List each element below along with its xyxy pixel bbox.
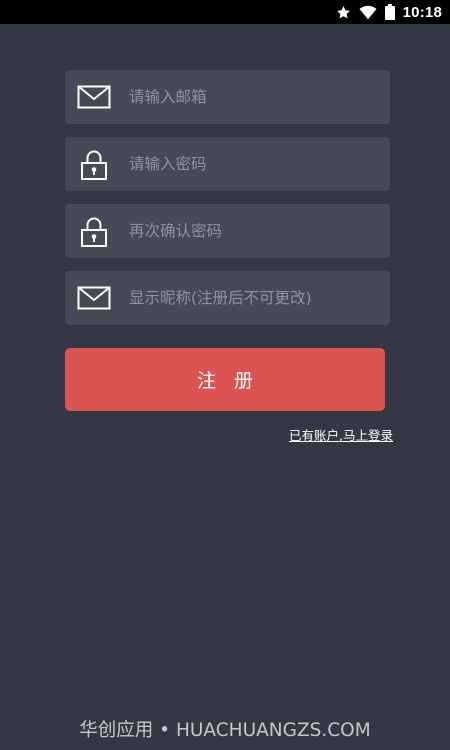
confirm-password-field[interactable] (65, 204, 390, 258)
register-button[interactable]: 注 册 (65, 348, 385, 411)
lock-icon (81, 217, 107, 247)
mail-icon (77, 85, 111, 109)
star-icon (336, 5, 350, 18)
status-bar: 10:18 (0, 0, 450, 24)
wifi-icon (359, 5, 377, 19)
nickname-input[interactable] (129, 271, 379, 325)
battery-icon (384, 4, 395, 20)
email-input[interactable] (129, 70, 379, 124)
status-icons: 10:18 (336, 0, 442, 24)
login-link[interactable]: 已有账户,马上登录 (289, 425, 393, 444)
confirm-password-input[interactable] (129, 204, 379, 258)
email-field[interactable] (65, 70, 390, 124)
mail-icon (77, 286, 111, 310)
lock-icon (81, 150, 107, 180)
watermark: 华创应用 • HUACHUANGZS.COM (79, 720, 371, 741)
status-time: 10:18 (402, 3, 442, 21)
password-field[interactable] (65, 137, 390, 191)
password-input[interactable] (129, 137, 379, 191)
nickname-field[interactable] (65, 271, 390, 325)
